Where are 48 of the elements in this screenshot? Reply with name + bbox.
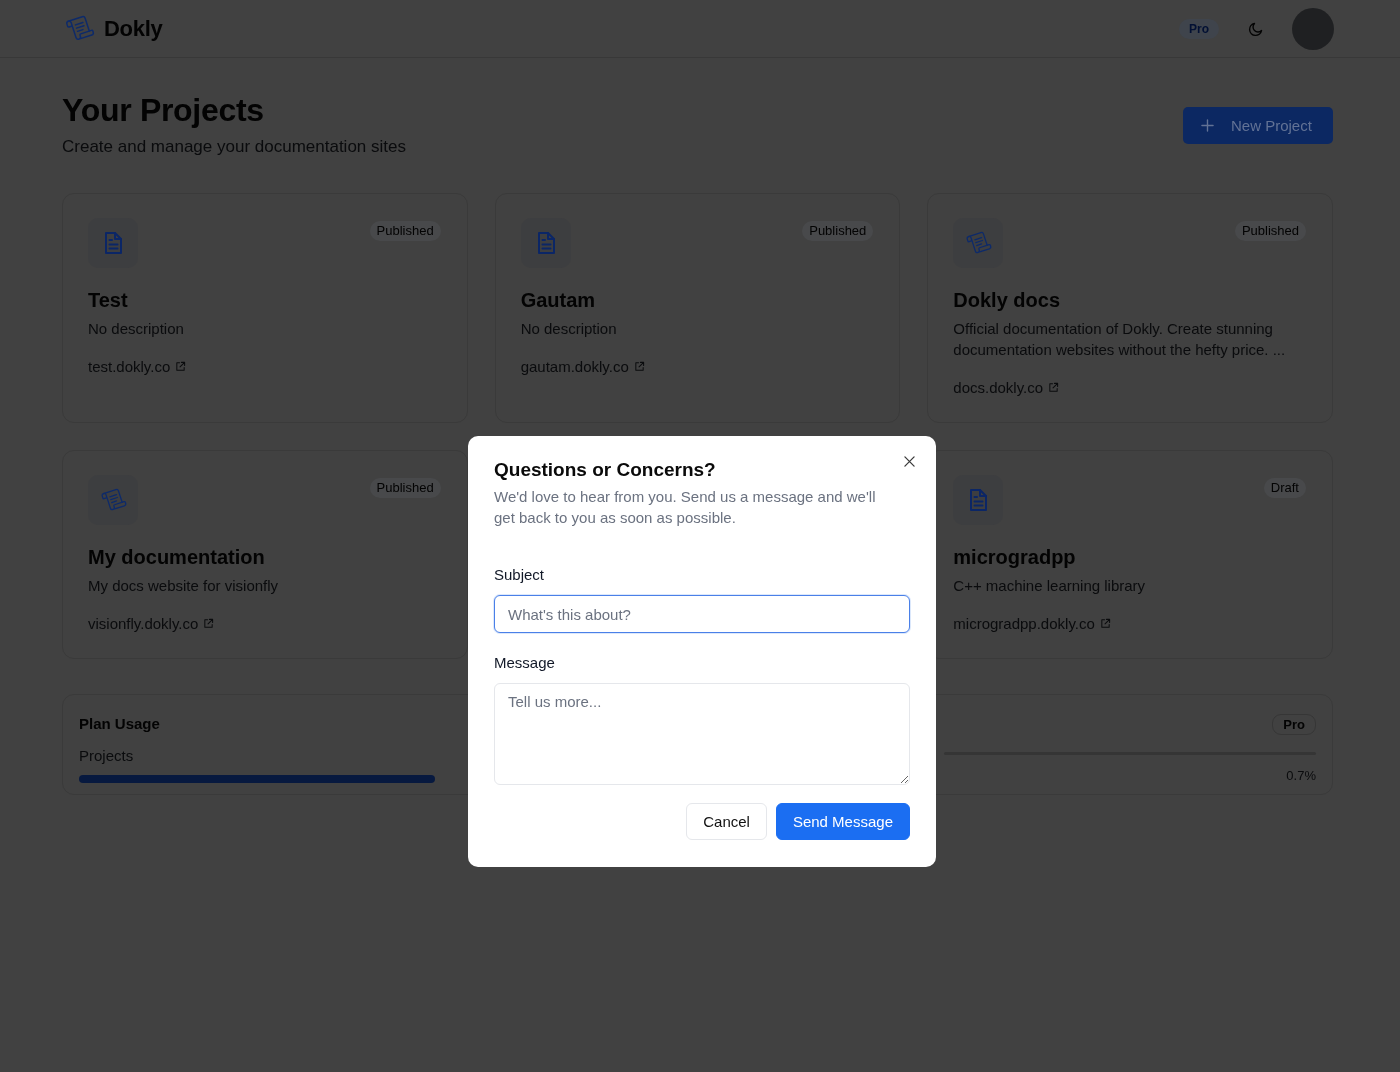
project-url-link[interactable]: microgradpp.dokly.co — [953, 613, 1095, 634]
external-link-icon — [203, 618, 215, 629]
dialog-description: We'd love to hear from you. Send us a message and we'll get back to you as soon as possible. — [494, 487, 877, 528]
document-tile-icon — [88, 218, 138, 268]
status-badge: Published — [1234, 221, 1306, 241]
plan-usage-title: Plan Usage — [79, 714, 160, 732]
cancel-button[interactable]: Cancel — [686, 803, 767, 840]
status-badge: Published — [802, 221, 874, 241]
project-description: No description — [520, 319, 618, 339]
status-badge: Published — [369, 478, 441, 498]
document-tile-icon — [520, 218, 571, 268]
page-title: Your Projects — [62, 91, 265, 129]
project-name: Dokly docs — [953, 288, 1062, 313]
project-name: Test — [88, 288, 129, 313]
brand-name[interactable]: Dokly — [104, 15, 163, 42]
status-badge: Published — [369, 221, 441, 241]
project-url-link[interactable]: test.dokly.co — [88, 356, 171, 377]
external-link-icon — [1099, 618, 1111, 629]
page-subtitle: Create and manage your documentation sites — [62, 136, 406, 158]
scroll-tile-icon — [88, 475, 138, 525]
new-project-button[interactable]: New Project — [1183, 106, 1333, 144]
external-link-icon — [175, 361, 187, 372]
project-url-link[interactable]: visionfly.dokly.co — [88, 613, 199, 634]
field-label: Message — [494, 653, 556, 673]
project-url-link[interactable]: gautam.dokly.co — [520, 356, 629, 377]
project-card[interactable]: Published Gautam No description gautam.dokly.co — [494, 193, 901, 423]
project-name: My documentation — [88, 545, 266, 570]
project-name: Gautam — [520, 288, 597, 313]
project-url-link[interactable]: docs.dokly.co — [953, 377, 1044, 398]
plus-icon — [1201, 118, 1214, 132]
project-description: C++ machine learning library — [953, 576, 1147, 596]
dialog-title: Questions or Concerns? — [494, 458, 717, 482]
document-tile-icon — [953, 475, 1004, 525]
message-textarea[interactable]: Tell us more... — [494, 683, 910, 785]
status-badge: Draft — [1263, 478, 1306, 498]
external-link-icon — [1048, 382, 1060, 393]
scroll-tile-icon — [953, 218, 1004, 268]
close-icon — [903, 455, 915, 467]
moon-icon — [1248, 20, 1264, 37]
plan-badge: Pro — [1179, 18, 1219, 39]
project-name: microgradpp — [953, 545, 1077, 570]
external-link-icon — [633, 361, 645, 372]
plan-badge: Pro — [1272, 714, 1316, 735]
avatar[interactable] — [1292, 7, 1334, 50]
subject-input[interactable]: What's this about? — [494, 595, 910, 633]
send-message-button[interactable]: Send Message — [775, 803, 910, 840]
close-button[interactable] — [902, 454, 916, 468]
field-label: Subject — [494, 565, 546, 585]
